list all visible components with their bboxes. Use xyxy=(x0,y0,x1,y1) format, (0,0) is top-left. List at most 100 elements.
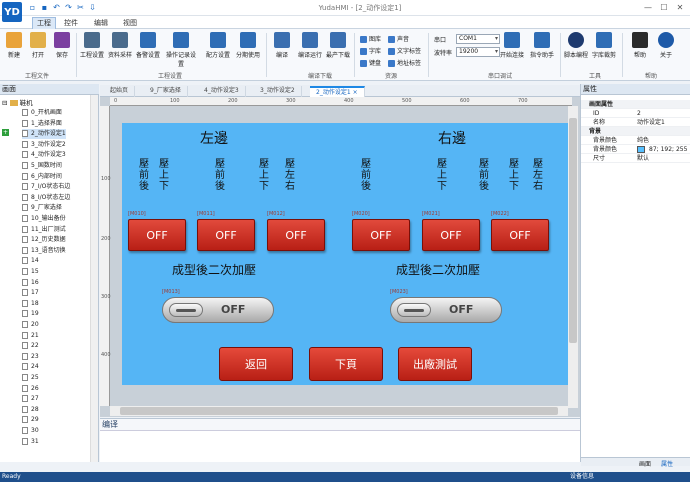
tree-item[interactable]: 0_开机画面 xyxy=(22,108,62,118)
tree-item[interactable]: 10_输出备份 xyxy=(22,214,66,224)
tree-item[interactable]: 21 xyxy=(22,331,39,341)
tree-item[interactable]: 27 xyxy=(22,394,39,404)
keyboard-button[interactable]: 键盘 xyxy=(360,58,381,67)
tree-root[interactable]: ⊟ 鞋机 xyxy=(2,97,33,107)
tree-item[interactable]: 13_语音切换 xyxy=(22,246,66,256)
property-row[interactable]: 尺寸 默认 xyxy=(581,154,690,163)
canvas-horizontal-scrollbar[interactable] xyxy=(110,406,568,416)
undo-icon[interactable]: ↶ xyxy=(52,3,61,12)
tree-item[interactable]: 15 xyxy=(22,267,39,277)
property-row[interactable]: ID 2 xyxy=(581,109,690,118)
factory-test-button[interactable]: 出廠測試 xyxy=(398,347,472,381)
right-secondary-press-toggle[interactable]: OFF xyxy=(390,297,502,323)
property-category[interactable]: 背景 xyxy=(581,127,690,136)
command-assistant-button[interactable]: 指令助手 xyxy=(528,32,556,59)
tab-action-setting-1[interactable]: 2_动作设定1 × xyxy=(310,86,365,97)
tree-item[interactable]: 8_I/O状态左边 xyxy=(22,193,70,203)
tab-start-page[interactable]: 起始页 xyxy=(104,86,136,97)
baud-rate-select[interactable]: 19200 xyxy=(456,47,500,57)
tree-item[interactable]: 6_内部时间 xyxy=(22,172,62,182)
tree-item[interactable]: 31 xyxy=(22,437,39,447)
tab-action-setting-3[interactable]: 4_动作设定3 xyxy=(198,86,246,97)
tree-item[interactable]: 26 xyxy=(22,384,39,394)
tree-item[interactable]: 1_选择界面 xyxy=(22,119,62,129)
next-page-button[interactable]: 下頁 xyxy=(309,347,383,381)
left-switch-3[interactable]: OFF xyxy=(267,219,325,251)
left-switch-2[interactable]: OFF xyxy=(197,219,255,251)
menu-controls[interactable]: 控件 xyxy=(64,18,78,28)
property-row[interactable]: 名称 动作设定1 xyxy=(581,118,690,127)
close-button[interactable]: ✕ xyxy=(672,2,688,14)
start-connect-button[interactable]: 开始连接 xyxy=(498,32,526,59)
tree-item[interactable]: 30 xyxy=(22,426,39,436)
tree-item[interactable]: 22 xyxy=(22,341,39,351)
tab-manufacturer-select[interactable]: 9_厂家选择 xyxy=(144,86,188,97)
tree-item[interactable]: 3_动作设定2 xyxy=(22,140,66,150)
installment-button[interactable]: 分期使用 xyxy=(234,32,262,59)
save-button[interactable]: 保存 xyxy=(48,32,76,59)
left-panel-scrollbar[interactable] xyxy=(90,95,98,462)
save-icon[interactable]: ▪ xyxy=(40,3,49,12)
right-switch-3[interactable]: OFF xyxy=(491,219,549,251)
tree-item[interactable]: 2_动作设定1 xyxy=(22,129,66,140)
tree-item[interactable]: 24 xyxy=(22,362,39,372)
tree-item[interactable]: 14 xyxy=(22,256,39,266)
sound-button[interactable]: 声音 xyxy=(388,34,409,43)
scroll-thumb[interactable] xyxy=(569,118,577,343)
recipe-settings-button[interactable]: 配方设置 xyxy=(204,32,232,59)
menu-edit[interactable]: 编辑 xyxy=(94,18,108,28)
menu-view[interactable]: 视图 xyxy=(123,18,137,28)
property-category[interactable]: 画面属性 xyxy=(581,100,690,109)
serial-port-select[interactable]: COM1 xyxy=(456,34,500,44)
tree-item[interactable]: 16 xyxy=(22,278,39,288)
canvas-vertical-scrollbar[interactable] xyxy=(568,106,578,408)
redo-icon[interactable]: ↷ xyxy=(64,3,73,12)
property-row[interactable]: 背景颜色 87; 192; 255 xyxy=(581,145,690,154)
compile-run-button[interactable]: 编译运行 xyxy=(296,32,324,59)
about-button[interactable]: 关于 xyxy=(652,32,680,59)
maximize-button[interactable]: ☐ xyxy=(656,2,672,14)
tree-item[interactable]: 20 xyxy=(22,320,39,330)
tree-item[interactable]: 5_国数时间 xyxy=(22,161,62,171)
project-settings-button[interactable]: 工程设置 xyxy=(78,32,106,59)
tab-action-setting-2[interactable]: 3_动作设定2 xyxy=(254,86,302,97)
close-icon[interactable]: × xyxy=(353,89,358,96)
tree-item[interactable]: 17 xyxy=(22,288,39,298)
tab-properties[interactable]: 属性 xyxy=(661,459,673,468)
left-secondary-press-toggle[interactable]: OFF xyxy=(162,297,274,323)
property-row[interactable]: 背景颜色 纯色 xyxy=(581,136,690,145)
download-icon[interactable]: ⇩ xyxy=(88,3,97,12)
scroll-thumb[interactable] xyxy=(120,407,558,415)
cut-icon[interactable]: ✂ xyxy=(76,3,85,12)
tree-item[interactable]: 18 xyxy=(22,299,39,309)
tree-item[interactable]: 23 xyxy=(22,352,39,362)
collapse-icon[interactable]: ⊟ xyxy=(2,99,7,107)
tree-item[interactable]: 11_出厂测试 xyxy=(22,225,66,235)
right-switch-1[interactable]: OFF xyxy=(352,219,410,251)
add-screen-icon[interactable]: + xyxy=(2,129,9,136)
new-file-icon[interactable]: ▫ xyxy=(28,3,37,12)
tree-item[interactable]: 12_历史数据 xyxy=(22,235,66,245)
right-switch-2[interactable]: OFF xyxy=(422,219,480,251)
tree-item[interactable]: 4_动作设定3 xyxy=(22,150,66,160)
compile-button[interactable]: 编译 xyxy=(268,32,296,59)
tree-item[interactable]: 7_I/O状态右边 xyxy=(22,182,70,192)
font-library-button[interactable]: 字库 xyxy=(360,46,381,55)
tree-item[interactable]: 28 xyxy=(22,405,39,415)
script-programming-button[interactable]: 脚本编程 xyxy=(562,32,590,59)
tree-item[interactable]: 25 xyxy=(22,373,39,383)
tree-item[interactable]: 19 xyxy=(22,309,39,319)
menu-project[interactable]: 工程 xyxy=(32,17,56,29)
help-button[interactable]: 帮助 xyxy=(626,32,654,59)
tree-item[interactable]: 29 xyxy=(22,415,39,425)
tree-item[interactable]: 9_厂家选择 xyxy=(22,203,62,213)
back-button[interactable]: 返回 xyxy=(219,347,293,381)
operation-log-button[interactable]: 操作记录设置 xyxy=(164,32,198,68)
alarm-settings-button[interactable]: 备警设置 xyxy=(134,32,162,59)
gallery-button[interactable]: 图库 xyxy=(360,34,381,43)
tab-screen[interactable]: 画面 xyxy=(639,459,651,468)
left-switch-1[interactable]: OFF xyxy=(128,219,186,251)
minimize-button[interactable]: — xyxy=(640,2,656,14)
data-sampling-button[interactable]: 资料采样 xyxy=(106,32,134,59)
text-label-button[interactable]: 文字标签 xyxy=(388,46,421,55)
